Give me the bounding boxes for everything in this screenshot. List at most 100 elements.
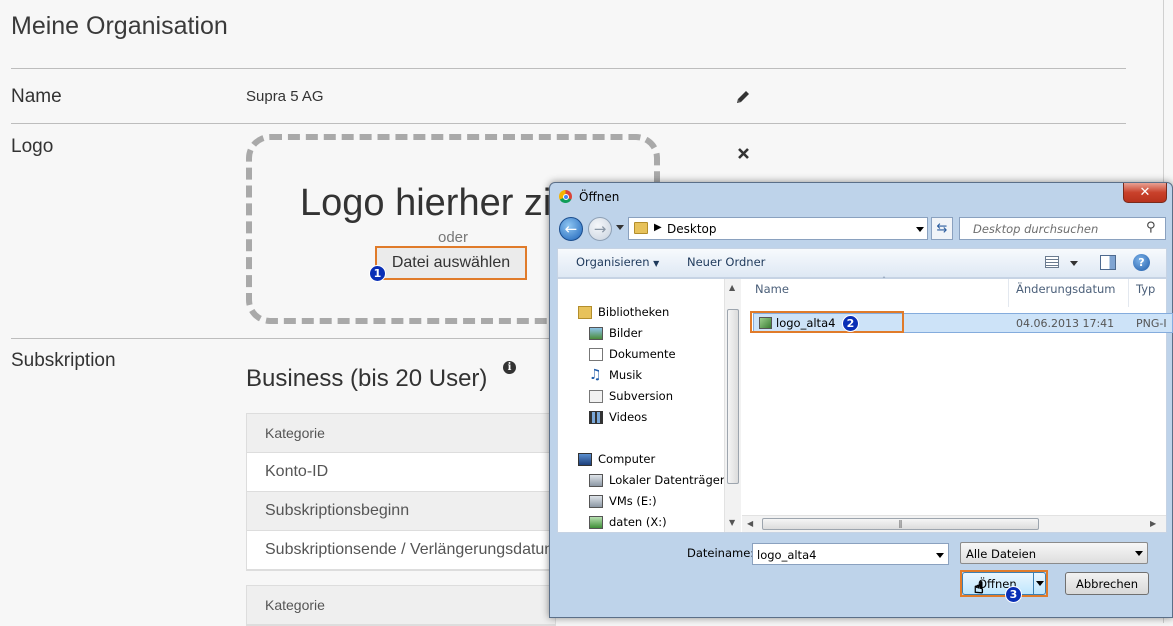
file-row[interactable]: logo_alta4 04.06.2013 17:41 PNG-I bbox=[750, 311, 1173, 333]
chrome-icon bbox=[559, 190, 572, 203]
address-bar[interactable]: ▶ Desktop bbox=[628, 217, 928, 240]
pictures-icon bbox=[589, 327, 603, 340]
scroll-left-icon[interactable]: ◀ bbox=[747, 519, 753, 528]
mouse-cursor-icon: ☝ bbox=[974, 578, 985, 597]
view-options-icon[interactable] bbox=[1045, 256, 1059, 268]
nav-computer[interactable]: Computer bbox=[598, 452, 655, 466]
table-row: Subskriptionsbeginn bbox=[247, 492, 555, 531]
column-type[interactable]: Typ bbox=[1136, 282, 1155, 296]
subscription-table: Kategorie Konto-ID Subskriptionsbeginn S… bbox=[246, 413, 556, 571]
new-folder-button[interactable]: Neuer Ordner bbox=[687, 255, 765, 269]
filename-dropdown-icon[interactable] bbox=[936, 553, 944, 558]
local-disk-icon bbox=[589, 474, 603, 487]
filename-input[interactable]: logo_alta4 bbox=[752, 543, 949, 565]
nav-pictures[interactable]: Bilder bbox=[609, 326, 642, 340]
refresh-icon[interactable]: ⇆ bbox=[931, 217, 953, 240]
subscription-label: Subskription bbox=[11, 350, 116, 371]
step-badge-1: 1 bbox=[369, 265, 386, 282]
search-placeholder: Desktop durchsuchen bbox=[973, 222, 1099, 236]
help-icon[interactable]: ? bbox=[1133, 254, 1150, 271]
close-button[interactable]: ✕ bbox=[1123, 183, 1167, 203]
network-drive-icon bbox=[589, 495, 603, 508]
dialog-titlebar[interactable] bbox=[550, 183, 1172, 211]
address-dropdown-icon[interactable] bbox=[916, 227, 924, 232]
table-header: Kategorie bbox=[247, 414, 555, 453]
step-badge-2: 2 bbox=[842, 315, 859, 332]
open-file-dialog: Öffnen ✕ ← → ▶ Desktop ⇆ Desktop durchsu… bbox=[549, 182, 1173, 618]
edit-pencil-icon[interactable] bbox=[734, 88, 752, 106]
scrollbar-thumb[interactable]: ‖ bbox=[762, 518, 1039, 530]
name-label: Name bbox=[11, 86, 62, 107]
nav-music[interactable]: Musik bbox=[609, 368, 642, 382]
remove-x-icon[interactable] bbox=[734, 144, 752, 162]
organize-button[interactable]: Organisieren ▼ bbox=[576, 255, 659, 269]
recent-locations-dropdown[interactable] bbox=[616, 225, 624, 230]
nav-documents[interactable]: Dokumente bbox=[609, 347, 676, 361]
filename-label: Dateiname: bbox=[687, 546, 755, 560]
organize-label: Organisieren bbox=[576, 255, 650, 269]
choose-file-button[interactable]: Datei auswählen bbox=[375, 246, 527, 280]
page-title: Meine Organisation bbox=[11, 12, 228, 40]
preview-pane-icon[interactable] bbox=[1100, 255, 1116, 270]
chevron-down-icon: ▼ bbox=[653, 259, 660, 268]
nav-drive-x[interactable]: daten (X:) bbox=[609, 515, 667, 529]
nav-videos[interactable]: Videos bbox=[609, 410, 647, 424]
nav-drive-e[interactable]: VMs (E:) bbox=[609, 494, 657, 508]
dialog-content: Bibliotheken Bilder Dokumente ♫ Musik Su… bbox=[557, 276, 1173, 533]
navigation-pane: Bibliotheken Bilder Dokumente ♫ Musik Su… bbox=[558, 279, 741, 532]
view-dropdown-icon[interactable] bbox=[1070, 261, 1078, 266]
org-name-value: Supra 5 AG bbox=[246, 88, 324, 105]
nav-libraries[interactable]: Bibliotheken bbox=[598, 305, 669, 319]
filename-value: logo_alta4 bbox=[757, 548, 817, 562]
filetype-value: Alle Dateien bbox=[966, 547, 1037, 561]
column-separator[interactable] bbox=[1008, 279, 1009, 307]
back-arrow-icon[interactable]: ← bbox=[559, 217, 583, 241]
network-drive-icon bbox=[589, 516, 603, 529]
step-badge-3: 3 bbox=[1005, 586, 1022, 603]
dialog-title: Öffnen bbox=[579, 190, 620, 204]
file-list-pane: ˆ Name Änderungsdatum Typ logo_alta4 04.… bbox=[742, 276, 1173, 532]
table-header: Kategorie bbox=[247, 586, 555, 625]
column-date[interactable]: Änderungsdatum bbox=[1016, 282, 1115, 296]
nav-local-disk[interactable]: Lokaler Datenträger ( bbox=[609, 473, 733, 487]
scroll-up-icon[interactable]: ▲ bbox=[729, 283, 735, 292]
scrollbar-thumb[interactable] bbox=[727, 309, 739, 484]
logo-label: Logo bbox=[11, 136, 54, 157]
column-name[interactable]: Name bbox=[755, 282, 789, 296]
scroll-right-icon[interactable]: ▶ bbox=[1150, 519, 1156, 528]
computer-icon bbox=[578, 453, 592, 466]
file-highlight bbox=[750, 311, 904, 333]
filetype-dropdown-icon bbox=[1135, 551, 1143, 556]
divider bbox=[11, 338, 551, 339]
table-row: Subskriptionsende / Verlängerungsdatum bbox=[247, 531, 555, 570]
dialog-toolbar: Organisieren ▼ Neuer Ordner ? bbox=[557, 248, 1167, 278]
column-separator[interactable] bbox=[1128, 279, 1129, 307]
cancel-button[interactable]: Abbrechen bbox=[1065, 572, 1149, 595]
scroll-down-icon[interactable]: ▼ bbox=[729, 518, 735, 527]
libraries-icon bbox=[578, 306, 592, 319]
music-icon: ♫ bbox=[589, 367, 602, 383]
file-list-scrollbar[interactable]: ◀ ‖ ▶ bbox=[742, 515, 1166, 532]
documents-icon bbox=[589, 348, 603, 361]
divider bbox=[11, 68, 1126, 69]
forward-arrow-icon[interactable]: → bbox=[588, 217, 612, 241]
videos-icon bbox=[589, 411, 603, 424]
search-icon[interactable]: ⚲ bbox=[1146, 220, 1156, 235]
info-icon[interactable]: i bbox=[503, 361, 516, 374]
plan-title: Business (bis 20 User) bbox=[246, 365, 488, 392]
nav-subversion[interactable]: Subversion bbox=[609, 389, 673, 403]
breadcrumb-desktop[interactable]: Desktop bbox=[667, 222, 717, 236]
choose-file-label: Datei auswählen bbox=[391, 254, 511, 271]
search-input[interactable]: Desktop durchsuchen ⚲ bbox=[959, 217, 1166, 240]
file-type: PNG-I bbox=[1136, 317, 1167, 330]
divider bbox=[11, 123, 1126, 124]
file-date: 04.06.2013 17:41 bbox=[1016, 317, 1115, 330]
subversion-icon bbox=[589, 390, 603, 403]
subscription-table-2: Kategorie bbox=[246, 585, 556, 626]
filetype-select[interactable]: Alle Dateien bbox=[960, 542, 1148, 564]
nav-scrollbar[interactable]: ▲ ▼ bbox=[724, 279, 741, 532]
breadcrumb-chevron-icon[interactable]: ▶ bbox=[654, 222, 662, 233]
table-row: Konto-ID bbox=[247, 453, 555, 492]
sort-indicator-icon: ˆ bbox=[882, 276, 886, 285]
folder-icon bbox=[634, 222, 648, 234]
